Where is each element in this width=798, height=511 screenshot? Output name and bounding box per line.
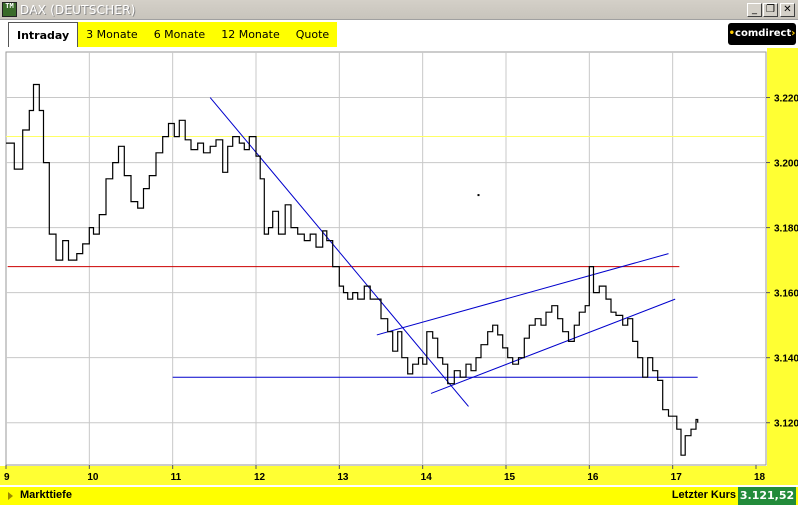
x-tick-label: 15 [504, 472, 516, 483]
tab-bar: Intraday 3 Monate 6 Monate 12 Monate Quo… [0, 21, 798, 48]
app-icon: TM [2, 2, 17, 17]
x-tick-label: 18 [754, 472, 766, 483]
window-titlebar: TM DAX (DEUTSCHER) _ ❐ ✕ [0, 0, 798, 20]
minimize-button[interactable]: _ [747, 3, 762, 17]
tab-6-monate[interactable]: 6 Monate [146, 22, 214, 47]
markttiefe-link[interactable]: Markttiefe [20, 489, 72, 501]
window-title: DAX (DEUTSCHER) [20, 3, 136, 17]
tab-12-monate[interactable]: 12 Monate [213, 22, 288, 47]
range-tabs: Intraday 3 Monate 6 Monate 12 Monate Quo… [8, 22, 338, 47]
intraday-chart: 9 10 11 12 13 14 15 16 17 18 3.120 3.140 3.160 3.180 3… [0, 48, 798, 485]
tab-intraday[interactable]: Intraday [8, 22, 79, 47]
tab-quote[interactable]: Quote [288, 22, 337, 47]
x-tick-label: 17 [671, 472, 683, 483]
x-tick-label: 13 [337, 472, 349, 483]
x-tick-label: 10 [87, 472, 99, 483]
y-tick-label: 3.160 [774, 289, 798, 300]
last-price-label: Letzter Kurs [671, 489, 736, 501]
close-button[interactable]: ✕ [780, 3, 795, 17]
y-tick-label: 3.200 [774, 159, 798, 170]
brand-logo: •comdirect› [728, 23, 796, 45]
x-axis-panel [0, 466, 767, 485]
y-tick-label: 3.220 [774, 94, 798, 105]
x-tick-label: 11 [171, 472, 182, 483]
x-tick-label: 9 [4, 472, 10, 483]
y-tick-label: 3.180 [774, 224, 798, 235]
last-price-value: 3.121,52 [738, 487, 796, 505]
chart-marker [477, 194, 480, 197]
x-tick-label: 16 [587, 472, 599, 483]
brand-text: comdirect [735, 28, 792, 39]
restore-button[interactable]: ❐ [763, 3, 778, 17]
bottom-bar: Markttiefe Letzter Kurs 3.121,52 [0, 487, 798, 505]
tab-3-monate[interactable]: 3 Monate [78, 22, 146, 47]
y-tick-label: 3.140 [774, 354, 798, 365]
x-tick-label: 12 [254, 472, 266, 483]
y-tick-label: 3.120 [774, 419, 798, 430]
expand-arrow-icon[interactable] [8, 492, 13, 500]
x-tick-label: 14 [421, 472, 433, 483]
